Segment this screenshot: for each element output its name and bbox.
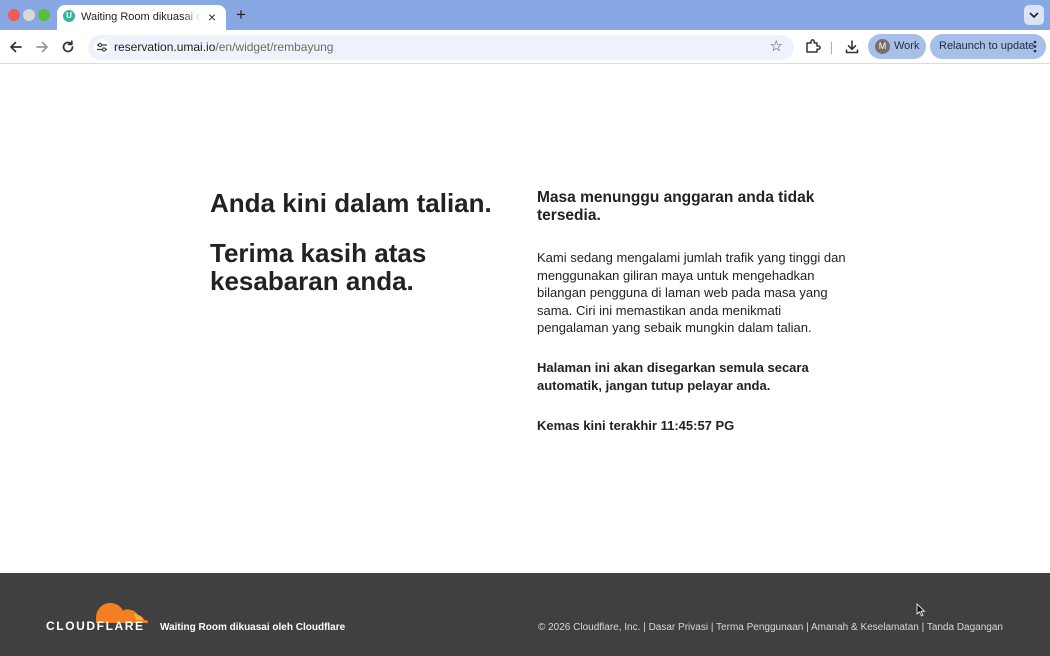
- tab-close-icon[interactable]: ×: [204, 9, 220, 25]
- bookmark-star-icon[interactable]: ☆: [770, 38, 783, 56]
- page-footer: CLOUDFLARE Waiting Room dikuasai oleh Cl…: [0, 573, 1050, 656]
- queue-explanation-text: Kami sedang mengalami jumlah trafik yang…: [537, 250, 846, 336]
- last-updated-time: 11:45:57 PG: [660, 418, 735, 434]
- address-bar[interactable]: reservation.umai.io/en/widget/rembayung …: [88, 35, 794, 60]
- thanks-heading: Terima kasih atas kesabaran anda.: [210, 238, 427, 296]
- last-updated-label: Kemas kini terakhir: [537, 418, 657, 434]
- footer-separator: |: [806, 622, 809, 633]
- right-column: Masa menunggu anggaran anda tidak tersed…: [537, 189, 847, 434]
- estimated-wait-heading: Masa menunggu anggaran anda tidak tersed…: [537, 189, 815, 224]
- trademark-link[interactable]: Tanda Dagangan: [927, 622, 1003, 633]
- window-minimize-button[interactable]: [23, 9, 35, 21]
- toolbar-divider: [831, 42, 832, 54]
- url-text: reservation.umai.io/en/widget/rembayung: [114, 40, 333, 55]
- reload-icon[interactable]: [59, 38, 77, 56]
- forward-arrow-icon[interactable]: [33, 38, 51, 56]
- mouse-pointer-icon: [916, 603, 926, 617]
- footer-links: © 2026 Cloudflare, Inc. | Dasar Privasi …: [538, 622, 1003, 634]
- cloudflare-wordmark: CLOUDFLARE: [46, 619, 145, 633]
- extensions-icon[interactable]: [804, 37, 822, 55]
- footer-separator: |: [921, 622, 925, 633]
- last-updated-text: Kemas kini terakhir 11:45:57 PG: [537, 417, 847, 434]
- left-column: Anda kini dalam talian. Terima kasih ata…: [210, 187, 510, 295]
- copyright-text: © 2026 Cloudflare, Inc.: [537, 622, 641, 633]
- powered-by-text: Waiting Room dikuasai oleh Cloudflare: [160, 622, 346, 633]
- browser-toolbar: reservation.umai.io/en/widget/rembayung …: [0, 30, 1050, 64]
- window-close-button[interactable]: [8, 9, 20, 21]
- tab-favicon-icon: U: [63, 10, 75, 22]
- footer-separator: |: [710, 622, 714, 633]
- site-settings-icon[interactable]: [94, 39, 110, 55]
- kebab-menu-icon[interactable]: [1033, 40, 1037, 53]
- back-arrow-icon[interactable]: [7, 38, 25, 56]
- tab-bar: U Waiting Room dikuasai oleh Cloudflare …: [0, 0, 1050, 30]
- tab-search-chevron-down-icon[interactable]: [1024, 5, 1044, 25]
- footer-separator: |: [643, 622, 646, 633]
- trust-safety-link[interactable]: Amanah & Keselamatan: [811, 622, 919, 633]
- window-maximize-button[interactable]: [38, 9, 50, 21]
- profile-button[interactable]: M Work: [868, 34, 926, 59]
- profile-label: Work: [894, 40, 920, 52]
- privacy-link[interactable]: Dasar Privasi: [649, 622, 708, 633]
- new-tab-plus-icon[interactable]: +: [232, 6, 250, 24]
- relaunch-to-update-button[interactable]: Relaunch to update: [930, 34, 1046, 59]
- avatar: M: [875, 39, 890, 54]
- active-tab[interactable]: U Waiting Room dikuasai oleh Cloudflare …: [57, 5, 226, 30]
- relaunch-label: Relaunch to update: [939, 40, 1035, 52]
- url-path: /en/widget/rembayung: [215, 40, 334, 54]
- auto-refresh-note: Halaman ini akan disegarkan semula secar…: [537, 359, 809, 393]
- tab-title: Waiting Room dikuasai oleh Cloudflare: [81, 11, 201, 23]
- download-icon[interactable]: [843, 38, 861, 56]
- online-heading: Anda kini dalam talian.: [210, 188, 492, 218]
- url-host: reservation.umai.io: [114, 40, 216, 54]
- terms-link[interactable]: Terma Penggunaan: [716, 622, 803, 633]
